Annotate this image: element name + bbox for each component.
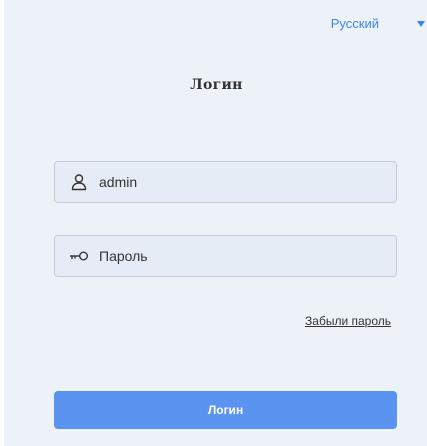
password-field[interactable]: Пароль [54, 235, 397, 277]
user-icon [67, 170, 91, 194]
chevron-down-icon [417, 20, 425, 27]
page-title: Логин [190, 77, 243, 93]
forgot-password-link[interactable]: Забыли пароль [305, 314, 391, 328]
username-value: admin [99, 174, 138, 190]
username-field[interactable]: admin [54, 161, 397, 203]
language-label: Русский [330, 16, 379, 31]
login-button[interactable]: Логин [54, 391, 397, 429]
password-placeholder: Пароль [99, 248, 148, 264]
login-panel: Русский Логин admin Пароль Забыли пароль… [4, 0, 427, 446]
language-selector[interactable]: Русский [331, 16, 425, 31]
key-icon [67, 244, 91, 268]
